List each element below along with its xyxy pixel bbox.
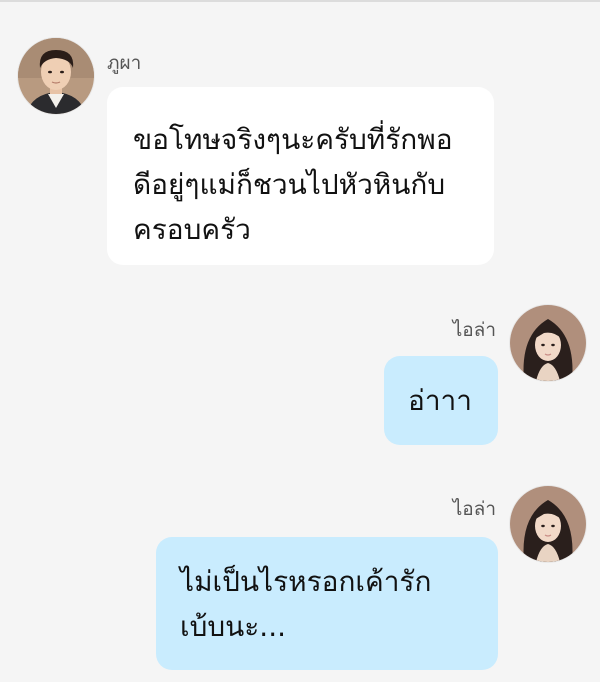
message-bubble-outgoing[interactable]: อ่าาา bbox=[384, 356, 498, 445]
message-text-line: อ่าาา bbox=[408, 384, 472, 417]
man-avatar-icon bbox=[18, 38, 94, 114]
woman-avatar-icon bbox=[510, 486, 586, 562]
sender-name: ภูผา bbox=[107, 52, 142, 74]
message-text-line: เบ้บนะ... bbox=[180, 610, 286, 643]
message-text-line: ดีอยู่ๆแม่ก็ชวนไปหัวหินกับ bbox=[133, 168, 446, 201]
sender-name: ไอล่า bbox=[452, 319, 496, 341]
sender-avatar-aila[interactable] bbox=[510, 486, 586, 562]
message-text-line: ขอโทษจริงๆนะครับที่รักพอ bbox=[133, 123, 453, 156]
message-bubble-outgoing[interactable]: ไม่เป็นไรหรอกเค้ารัก เบ้บนะ... bbox=[156, 537, 498, 670]
message-text-line: ครอบครัว bbox=[133, 213, 251, 246]
sender-avatar-aila[interactable] bbox=[510, 305, 586, 381]
sender-avatar-phupha[interactable] bbox=[18, 38, 94, 114]
message-text-line: ไม่เป็นไรหรอกเค้ารัก bbox=[180, 565, 432, 598]
woman-avatar-icon bbox=[510, 305, 586, 381]
top-divider bbox=[0, 0, 600, 2]
sender-name: ไอล่า bbox=[452, 498, 496, 520]
message-bubble-incoming[interactable]: ขอโทษจริงๆนะครับที่รักพอ ดีอยู่ๆแม่ก็ชวน… bbox=[107, 87, 494, 265]
